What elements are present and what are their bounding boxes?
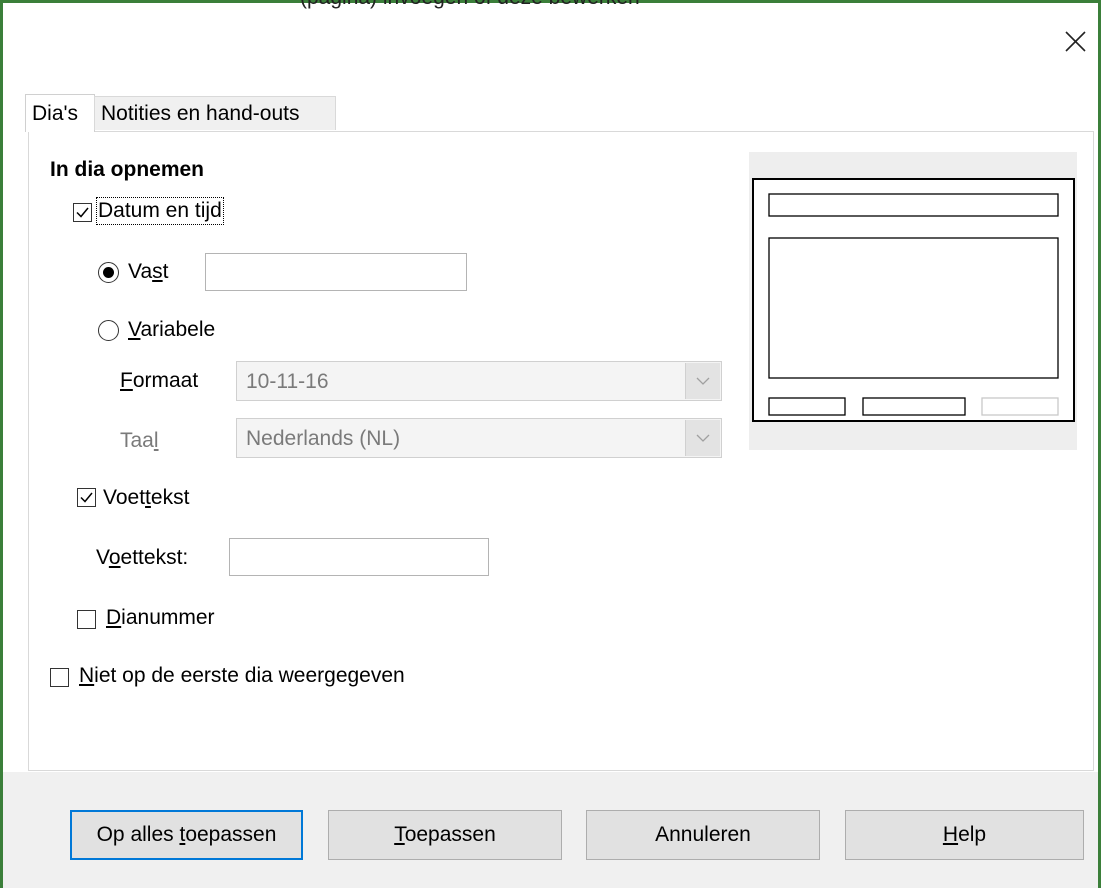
date-time-label[interactable]: Datum en tijd [96,197,224,225]
footer-text-input[interactable] [229,538,489,576]
checkmark-icon [80,492,93,503]
chevron-down-icon [696,377,710,385]
language-value: Nederlands (NL) [246,427,401,450]
tab-dias-label: Dia's [32,102,79,125]
tab-notes-handouts[interactable]: Notities en hand-outs [94,96,336,130]
format-value: 10-11-16 [246,370,329,393]
radio-selected-dot [103,267,114,278]
tab-notes-label: Notities en hand-outs [101,102,300,125]
tab-dias[interactable]: Dia's [25,94,95,132]
slide-preview [749,152,1077,450]
chevron-down-icon [696,434,710,442]
footer-field-label: Voettekst: [96,546,189,569]
checkmark-icon [76,207,89,218]
close-icon [1065,31,1086,52]
format-select[interactable]: 10-11-16 [236,361,722,401]
cancel-button[interactable]: Annuleren [586,810,820,860]
apply-all-button[interactable]: Op alles toepassen [70,810,303,860]
language-select[interactable]: Nederlands (NL) [236,418,722,458]
not-on-first-slide-checkbox[interactable] [50,668,69,687]
help-button[interactable]: Help [845,810,1084,860]
close-button[interactable] [1056,22,1096,62]
format-label: Formaat [120,369,199,392]
fixed-label: Vast [128,260,169,283]
apply-button[interactable]: Toepassen [328,810,562,860]
date-time-checkbox[interactable] [73,203,92,222]
slide-number-label: Dianummer [106,606,215,629]
slide-layout-preview [752,178,1075,422]
fixed-radio[interactable] [98,262,119,283]
section-heading: In dia opnemen [50,158,205,181]
slide-number-checkbox[interactable] [77,610,96,629]
language-label: Taal [120,429,159,452]
fixed-date-input[interactable] [205,253,467,291]
format-dropdown-button[interactable] [685,363,720,399]
dialog-title: (pagina) invoegen of deze bewerken [300,0,640,10]
footer-checkbox-label: Voettekst [103,486,190,509]
variable-radio[interactable] [98,320,119,341]
language-dropdown-button[interactable] [685,420,720,456]
footer-checkbox[interactable] [77,488,96,507]
variable-label: Variabele [128,318,216,341]
not-on-first-slide-label: Niet op de eerste dia weergegeven [79,664,405,687]
